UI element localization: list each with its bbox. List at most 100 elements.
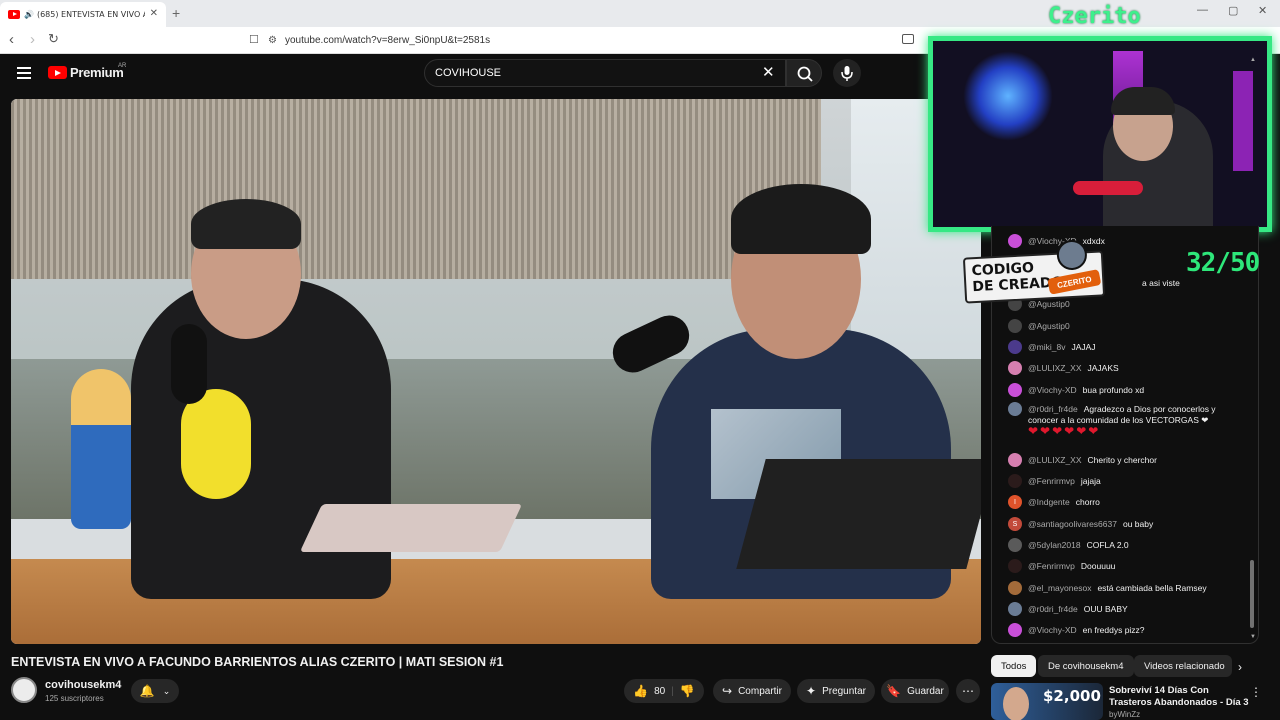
avatar[interactable] — [1008, 453, 1022, 467]
chevron-down-icon: ⌄ — [162, 685, 171, 696]
site-info-icon[interactable]: ⚙ — [268, 35, 277, 46]
maximize-button[interactable]: ▢ — [1228, 4, 1238, 17]
hearts-emoji: ❤❤❤❤❤❤ — [1028, 424, 1101, 438]
tablet-device — [736, 459, 981, 569]
like-dislike-group: 👍 80 | 👎 — [624, 679, 704, 703]
chat-message: @miki_8v JAJAJ — [1008, 340, 1248, 354]
logo-text: Premium — [70, 65, 124, 80]
reload-icon[interactable]: ↻ — [48, 31, 59, 47]
scroll-up-icon[interactable]: ▲ — [1250, 57, 1256, 63]
chat-message: @Agustip0 — [1008, 297, 1248, 311]
cam-label: Czerito — [1048, 4, 1141, 29]
minimize-button[interactable]: — — [1197, 4, 1208, 16]
channel-avatar[interactable] — [11, 677, 37, 703]
chip-channel[interactable]: De covihousekm4 — [1038, 655, 1134, 677]
video-title: ENTEVISTA EN VIVO A FACUNDO BARRIENTOS A… — [11, 655, 504, 669]
avatar[interactable] — [1008, 319, 1022, 333]
thumbnail-text: $2,000 — [1043, 687, 1101, 705]
tab-title: (685) ENTEVISTA EN VIVO A F — [36, 10, 145, 19]
share-icon: ↪ — [722, 684, 733, 698]
chip-related[interactable]: Videos relacionado — [1134, 655, 1232, 677]
avatar[interactable] — [1008, 361, 1022, 375]
chat-message: @r0dri_fr4de OUU BABY — [1008, 602, 1248, 616]
save-icon: 🔖 — [886, 684, 902, 698]
goal-counter: 32/50 — [1186, 248, 1260, 278]
subscriber-count: 125 suscriptores — [45, 694, 104, 703]
tab-close-icon[interactable]: ✕ — [150, 8, 158, 19]
like-icon[interactable]: 👍 — [633, 684, 648, 698]
url-field[interactable]: ⚙ youtube.com/watch?v=8erw_Si0npU&t=2581… — [268, 30, 908, 51]
avatar[interactable] — [1008, 402, 1022, 416]
scroll-down-icon[interactable]: ▼ — [1250, 634, 1256, 640]
chat-message: S @santiagoolivares6637 ou baby — [1008, 517, 1248, 531]
avatar[interactable]: I — [1008, 495, 1022, 509]
chevron-right-icon[interactable]: › — [1238, 660, 1242, 674]
chat-message: I @Indgente chorro — [1008, 495, 1248, 509]
window-blinds — [11, 99, 821, 279]
video-player[interactable] — [11, 99, 981, 644]
more-vert-icon[interactable]: ⋮ — [1250, 685, 1262, 699]
chat-message: @Viochy-XD xdxdx — [1008, 234, 1248, 248]
chat-message: @Viochy-XD bua profundo xd — [1008, 383, 1248, 397]
chat-message: @Fenrirmvp Doouuuu — [1008, 559, 1248, 573]
search-value: COVIHOUSE — [435, 67, 502, 79]
avatar[interactable] — [1008, 340, 1022, 354]
chat-message: @5dylan2018 COFLA 2.0 — [1008, 538, 1248, 552]
voice-search-button[interactable] — [833, 59, 861, 87]
avatar[interactable] — [1008, 383, 1022, 397]
avatar[interactable] — [1008, 234, 1022, 248]
microphone-icon — [841, 66, 853, 81]
chat-message: @LULIXZ_XX JAJAKS — [1008, 361, 1248, 375]
chip-all[interactable]: Todos — [991, 655, 1037, 677]
avatar[interactable] — [1008, 581, 1022, 595]
subscribed-bell-button[interactable]: 🔔 ⌄ — [131, 679, 179, 703]
window-close-button[interactable]: ✕ — [1258, 4, 1267, 17]
dislike-icon[interactable]: 👎 — [680, 684, 695, 698]
chat-message: @LULIXZ_XX Cherito y cherchor — [1008, 453, 1248, 467]
avatar[interactable] — [1008, 623, 1022, 637]
streamer-webcam — [928, 36, 1272, 232]
sparkle-icon: ✦ — [806, 684, 817, 698]
forward-arrow-icon[interactable]: › — [30, 31, 35, 48]
speaker-icon[interactable]: 🔊 — [24, 10, 34, 19]
more-actions-icon[interactable]: ⋯ — [956, 679, 980, 703]
chat-scrollbar[interactable] — [1250, 560, 1254, 628]
chat-message: a asi viste — [1142, 278, 1180, 288]
back-arrow-icon[interactable]: ‹ — [9, 31, 14, 48]
cast-icon[interactable] — [902, 34, 914, 44]
country-code: AR — [118, 63, 127, 69]
share-label: Compartir — [738, 685, 782, 697]
avatar[interactable] — [1008, 559, 1022, 573]
url-text: youtube.com/watch?v=8erw_Si0npU&t=2581s — [284, 35, 491, 46]
channel-name[interactable]: covihousekm4 — [45, 679, 121, 691]
search-button[interactable] — [786, 59, 822, 87]
search-icon — [797, 66, 813, 82]
avatar[interactable] — [1008, 474, 1022, 488]
browser-tab[interactable]: 🔊 (685) ENTEVISTA EN VIVO A F ✕ — [0, 2, 166, 27]
ask-button[interactable]: ✦ Preguntar — [797, 679, 875, 703]
podcast-microphone — [171, 324, 207, 404]
recommended-channel[interactable]: byWinZz — [1109, 710, 1140, 719]
search-input[interactable]: COVIHOUSE — [424, 59, 786, 87]
chica-plush — [181, 389, 251, 499]
youtube-logo[interactable]: Premium — [48, 65, 124, 80]
chat-message: @Viochy-XD en freddys pizz? — [1008, 623, 1248, 637]
bell-icon: 🔔 — [139, 684, 155, 698]
avatar[interactable] — [1008, 602, 1022, 616]
vault-boy-figure — [71, 369, 131, 529]
avatar[interactable] — [1008, 538, 1022, 552]
recommended-title[interactable]: Sobreviví 14 Días Con Trasteros Abandona… — [1109, 685, 1249, 709]
tablet-on-table — [299, 504, 523, 552]
save-button[interactable]: 🔖 Guardar — [881, 679, 949, 703]
like-count[interactable]: 80 — [654, 686, 665, 697]
clear-search-icon[interactable]: ✕ — [762, 63, 775, 81]
bookmark-icon[interactable]: ☐ — [249, 33, 259, 46]
share-button[interactable]: ↪ Compartir — [713, 679, 791, 703]
youtube-favicon-icon — [8, 10, 20, 19]
recommended-thumbnail[interactable]: $2,000 — [991, 683, 1103, 720]
youtube-play-icon — [48, 66, 67, 79]
avatar[interactable]: S — [1008, 517, 1022, 531]
ask-label: Preguntar — [822, 685, 866, 697]
new-tab-button[interactable]: + — [172, 5, 180, 21]
menu-icon[interactable] — [17, 67, 31, 79]
